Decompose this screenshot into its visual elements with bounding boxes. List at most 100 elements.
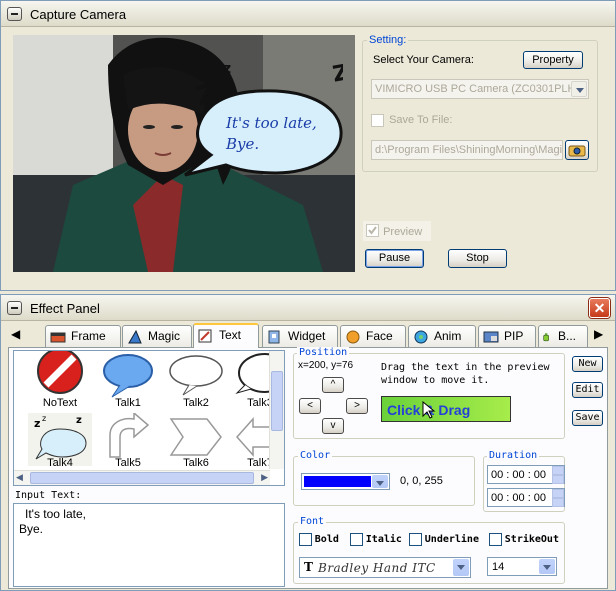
tab-scroll-right-icon[interactable]: ▶ — [594, 327, 603, 341]
input-text-line1: It's too late, — [25, 507, 86, 521]
underline-label: Underline — [424, 534, 479, 546]
drag-hint: Drag the text in the preview window to m… — [381, 361, 550, 387]
chevron-down-icon[interactable] — [539, 559, 555, 574]
preview-check[interactable] — [366, 224, 379, 237]
bottle-icon — [543, 333, 549, 341]
talk-item-talk6[interactable]: Talk6 — [164, 413, 228, 469]
chevron-down-icon[interactable] — [453, 559, 469, 576]
h-scroll-thumb[interactable] — [30, 472, 254, 484]
preview-checkbox[interactable]: Preview — [363, 221, 431, 241]
chevron-down-icon[interactable] — [372, 475, 388, 488]
gallery-horizontal-scrollbar[interactable]: ◀ ▶ — [14, 470, 270, 485]
font-name-value: Bradley Hand ITC — [318, 561, 436, 575]
pause-button[interactable]: Pause — [365, 249, 424, 268]
scroll-left-icon[interactable]: ◀ — [16, 472, 23, 483]
tab-bottle[interactable]: B... — [538, 325, 588, 347]
tab-frame[interactable]: Frame — [45, 325, 121, 347]
capture-camera-window: Capture Camera Z z Z It's too late, Bye.… — [0, 0, 616, 291]
talk-item-talk5[interactable]: Talk5 — [96, 411, 160, 469]
svg-text:z: z — [223, 61, 231, 77]
save-to-file-checkbox[interactable]: Save To File: — [371, 114, 452, 127]
tab-scroll-left-icon[interactable]: ◀ — [11, 327, 20, 341]
tab-text-label: Text — [219, 328, 242, 342]
talk-item-talk4[interactable]: zzz Talk4 — [28, 413, 92, 469]
position-group-label: Position — [297, 347, 350, 358]
move-left-button[interactable]: < — [299, 398, 321, 414]
tab-widget[interactable]: Widget — [262, 325, 338, 347]
italic-checkbox[interactable]: Italic — [350, 533, 402, 546]
talk-item-talk2[interactable]: Talk2 — [164, 353, 228, 409]
talk-item-notext[interactable]: NoText — [28, 351, 92, 409]
bold-check[interactable] — [299, 533, 312, 546]
browse-folder-button[interactable] — [565, 140, 589, 160]
no-text-icon — [37, 351, 83, 394]
scroll-thumb[interactable] — [271, 371, 283, 431]
click-drag-button[interactable]: Click & Drag — [381, 396, 511, 422]
effect-titlebar: Effect Panel ✕ — [1, 295, 615, 321]
talk-gallery[interactable]: NoText Talk1 Talk2 Talk3 zzz Talk4 Talk5 — [13, 350, 285, 486]
camera-preview[interactable]: Z z Z It's too late, Bye. — [13, 35, 355, 272]
tab-magic[interactable]: Magic — [122, 325, 192, 347]
talk-item-talk1[interactable]: Talk1 — [96, 353, 160, 409]
move-down-button[interactable]: v — [322, 418, 344, 434]
strikeout-check[interactable] — [489, 533, 502, 546]
font-name-select[interactable]: T Bradley Hand ITC — [299, 557, 471, 578]
gallery-vertical-scrollbar[interactable] — [269, 351, 284, 469]
strikeout-checkbox[interactable]: StrikeOut — [489, 533, 559, 546]
talk-item-label: Talk6 — [183, 457, 209, 469]
strikeout-label: StrikeOut — [504, 534, 559, 546]
effect-panel-title: Effect Panel — [30, 301, 100, 316]
save-to-file-check[interactable] — [371, 114, 384, 127]
tab-face[interactable]: Face — [340, 325, 406, 347]
chevron-down-icon[interactable] — [571, 81, 587, 97]
talk-item-label: Talk2 — [183, 397, 209, 409]
color-picker[interactable] — [301, 473, 390, 490]
font-size-select[interactable]: 14 — [487, 557, 557, 576]
anim-icon — [414, 330, 428, 344]
file-path-field[interactable]: d:\Program Files\ShiningMorning\Magic — [371, 140, 563, 160]
font-size-value: 14 — [492, 561, 505, 573]
input-text-area[interactable]: It's too late, Bye. — [13, 503, 285, 587]
text-icon — [198, 329, 212, 343]
duration-end-field[interactable]: 00 : 00 : 00 — [487, 488, 565, 507]
tab-text[interactable]: Text — [193, 323, 259, 348]
close-icon[interactable]: ✕ — [589, 298, 610, 318]
edit-button[interactable]: Edit — [572, 382, 603, 398]
drag-hint-line2: window to move it. — [381, 375, 490, 386]
spin-down-icon[interactable] — [552, 475, 564, 484]
move-right-button[interactable]: > — [346, 398, 368, 414]
text-tab-panel: NoText Talk1 Talk2 Talk3 zzz Talk4 Talk5 — [8, 347, 608, 589]
checkmark-icon — [368, 226, 377, 235]
tab-frame-label: Frame — [71, 329, 106, 343]
property-button[interactable]: Property — [523, 51, 583, 69]
spin-down-icon[interactable] — [552, 498, 564, 507]
new-button[interactable]: New — [572, 356, 603, 372]
svg-text:z: z — [76, 415, 82, 426]
move-up-button[interactable]: ^ — [322, 377, 344, 393]
underline-check[interactable] — [409, 533, 422, 546]
duration-start-field[interactable]: 00 : 00 : 00 — [487, 465, 565, 484]
stop-button[interactable]: Stop — [448, 249, 507, 268]
italic-check[interactable] — [350, 533, 363, 546]
capture-titlebar: Capture Camera — [1, 1, 615, 27]
svg-text:z: z — [34, 417, 40, 430]
drag-hint-line1: Drag the text in the preview — [381, 362, 550, 373]
preview-label: Preview — [383, 225, 423, 238]
bold-checkbox[interactable]: Bold — [299, 533, 339, 546]
system-menu-icon[interactable] — [7, 7, 22, 21]
tab-pip[interactable]: PIP — [478, 325, 536, 347]
preview-bubble-line1: It's too late, — [226, 114, 317, 132]
spin-up-icon[interactable] — [552, 466, 564, 475]
tab-bottle-label: B... — [558, 329, 577, 343]
system-menu-icon[interactable] — [7, 301, 22, 315]
underline-checkbox[interactable]: Underline — [409, 533, 479, 546]
save-button[interactable]: Save — [572, 410, 603, 426]
duration-end-value: 00 : 00 : 00 — [491, 492, 547, 504]
blue-bubble-icon — [103, 354, 153, 398]
spin-up-icon[interactable] — [552, 489, 564, 498]
scroll-right-icon[interactable]: ▶ — [261, 472, 268, 483]
tab-anim[interactable]: Anim — [408, 325, 476, 347]
svg-text:Z: Z — [331, 60, 343, 87]
camera-select[interactable]: VIMICRO USB PC Camera (ZC0301PLH) — [371, 79, 589, 99]
tab-magic-label: Magic — [148, 329, 181, 343]
